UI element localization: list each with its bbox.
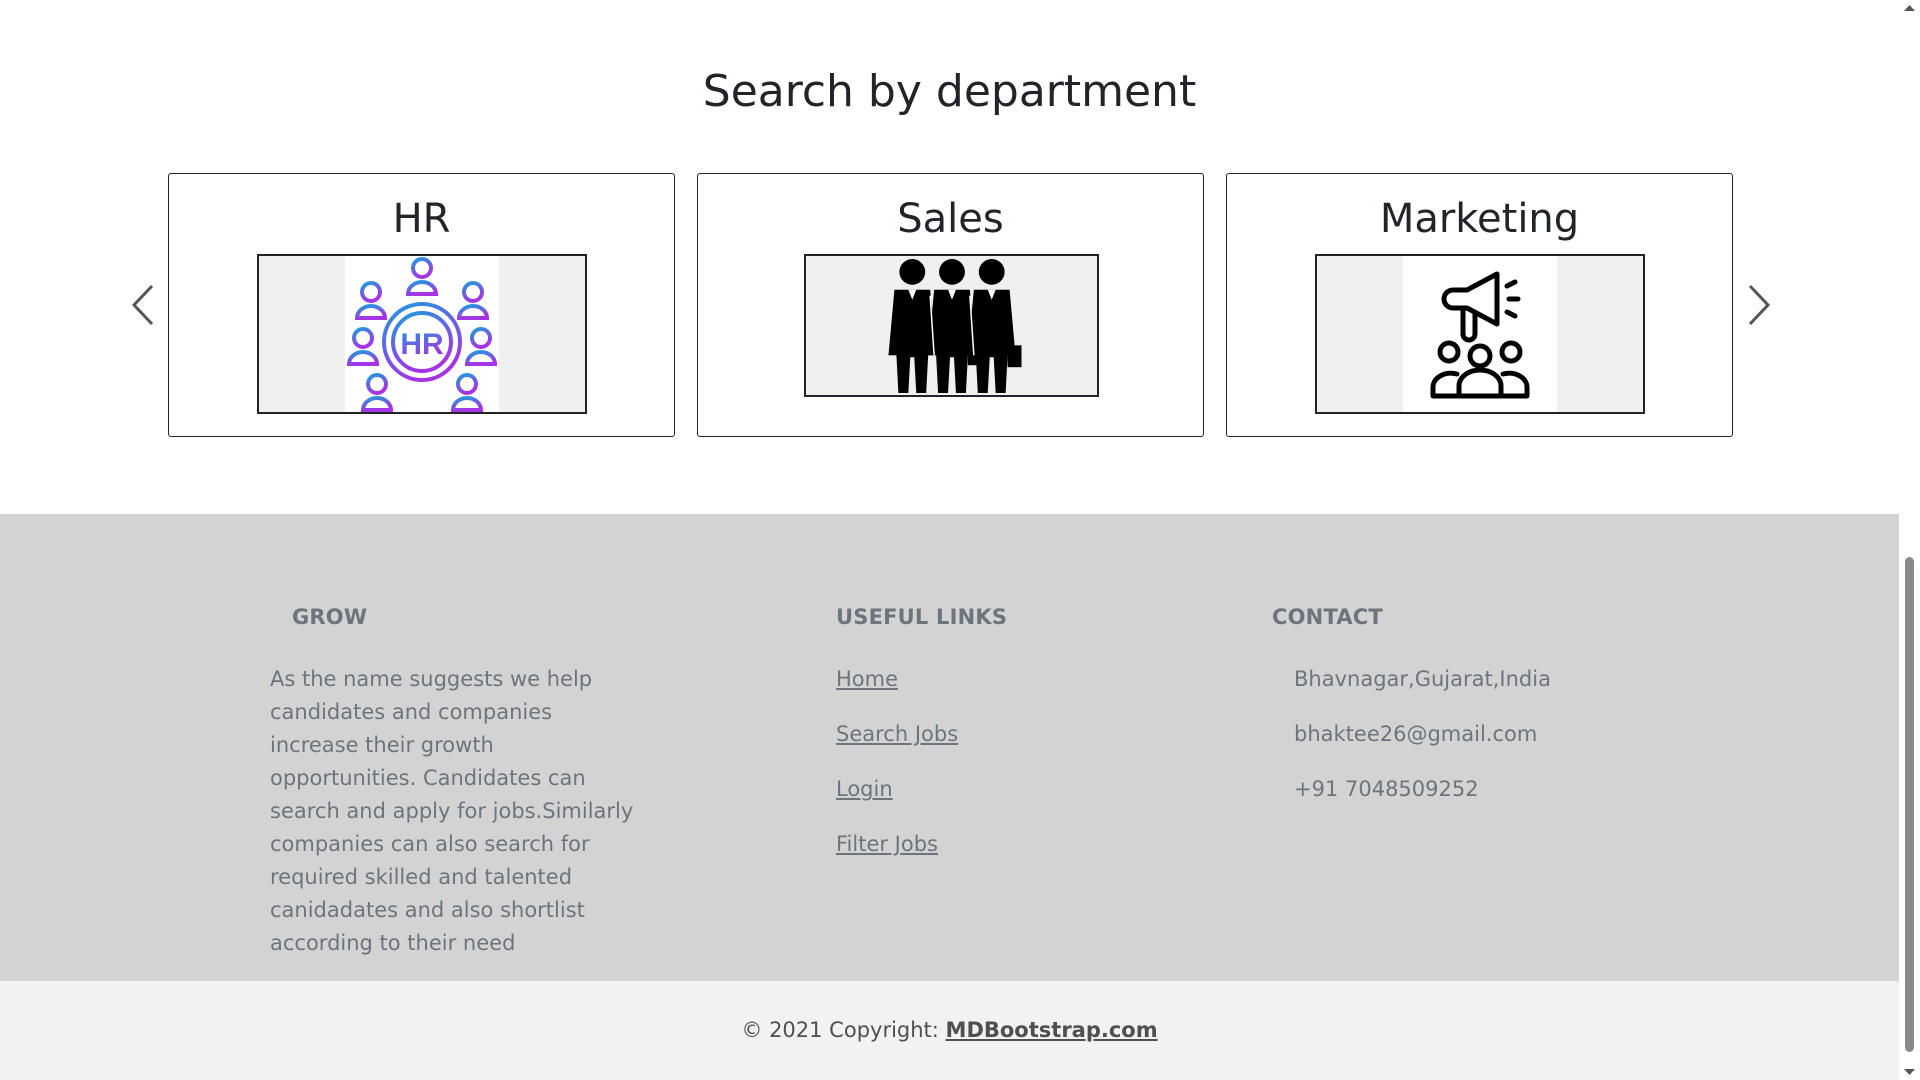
carousel-prev-button[interactable] <box>124 280 164 330</box>
footer-link-search-jobs[interactable]: Search Jobs <box>836 722 958 746</box>
scroll-down-button[interactable] <box>1899 1063 1920 1080</box>
contact-address: Bhavnagar,Gujarat,India <box>1294 667 1551 691</box>
page: Search by department HR HR Sales Marketi… <box>0 0 1899 1080</box>
card-image <box>804 254 1099 397</box>
footer-link-home[interactable]: Home <box>836 667 898 691</box>
copyright-bar: © 2021 Copyright: MDBootstrap.com <box>0 981 1899 1080</box>
copyright-text: © 2021 Copyright: <box>741 1018 946 1042</box>
footer: GROW As the name suggests we help candid… <box>0 514 1899 981</box>
department-section: Search by department HR HR Sales Marketi… <box>0 0 1899 512</box>
businessmen-group-icon <box>888 258 1022 394</box>
footer-about-heading: GROW <box>292 605 368 629</box>
card-image: HR <box>257 254 587 414</box>
card-title: Marketing <box>1379 196 1580 242</box>
vertical-scrollbar[interactable] <box>1899 0 1920 1080</box>
carousel-next-button[interactable] <box>1738 280 1778 330</box>
footer-link-login[interactable]: Login <box>836 777 893 801</box>
chevron-left-icon <box>131 284 154 326</box>
scroll-up-arrow-icon <box>1904 5 1915 11</box>
section-title: Search by department <box>702 66 1197 117</box>
footer-links-list: Home Search Jobs Login Filter Jobs <box>836 663 1136 883</box>
footer-contact-heading: CONTACT <box>1272 605 1383 629</box>
department-card-marketing[interactable]: Marketing <box>1226 173 1733 437</box>
card-image <box>1315 254 1645 414</box>
department-card-sales[interactable]: Sales <box>697 173 1204 437</box>
svg-text:HR: HR <box>400 328 444 361</box>
department-card-hr[interactable]: HR HR <box>168 173 675 437</box>
chevron-right-icon <box>1748 284 1771 326</box>
contact-email: bhaktee26@gmail.com <box>1294 722 1538 746</box>
footer-contact-column: CONTACT Bhavnagar,Gujarat,India bhaktee2… <box>1272 602 1672 828</box>
scrollbar-thumb[interactable] <box>1905 557 1914 1052</box>
footer-link-filter-jobs[interactable]: Filter Jobs <box>836 832 938 856</box>
contact-phone: +91 7048509252 <box>1294 777 1479 801</box>
footer-contact-list: Bhavnagar,Gujarat,India bhaktee26@gmail.… <box>1294 663 1672 828</box>
footer-links-heading: USEFUL LINKS <box>836 605 1008 629</box>
footer-about-column: GROW As the name suggests we help candid… <box>270 602 640 960</box>
hr-network-icon: HR <box>346 257 498 412</box>
scroll-down-arrow-icon <box>1904 1069 1915 1075</box>
footer-links-column: USEFUL LINKS Home Search Jobs Login Filt… <box>836 602 1136 883</box>
card-title: HR <box>392 196 451 242</box>
copyright-link[interactable]: MDBootstrap.com <box>946 1018 1158 1042</box>
card-title: Sales <box>897 196 1004 242</box>
megaphone-audience-icon <box>1430 271 1530 399</box>
scroll-up-button[interactable] <box>1899 0 1920 17</box>
footer-about-text: As the name suggests we help candidates … <box>270 667 634 955</box>
